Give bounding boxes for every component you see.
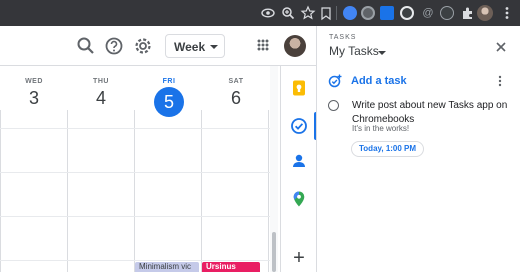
day-number[interactable]: 4 [71, 87, 131, 109]
eye-icon[interactable] [260, 5, 276, 21]
extension-1password-icon[interactable] [343, 6, 357, 20]
google-keep-icon[interactable] [290, 79, 308, 97]
extension-screencast-icon[interactable] [380, 6, 394, 20]
task-list-selector[interactable]: My Tasks [329, 44, 379, 58]
calendar-header: Week [0, 26, 316, 66]
task-notes: It's in the works! [352, 124, 410, 133]
profile-avatar[interactable] [477, 5, 493, 21]
hour-line [0, 172, 278, 173]
day-name: SAT [228, 78, 244, 85]
toolbar-divider [336, 6, 337, 20]
help-icon[interactable] [102, 34, 126, 58]
panel-caption: TASKS [329, 34, 357, 41]
extension-rec-icon[interactable] [400, 6, 414, 20]
extension-at-icon[interactable]: @ [420, 5, 436, 21]
day-number[interactable]: 3 [4, 87, 64, 109]
add-task-icon[interactable] [328, 74, 342, 88]
calendar-event[interactable]: Ursinus [202, 262, 260, 272]
week-grid[interactable] [0, 110, 278, 272]
hour-line [0, 128, 278, 129]
day-name: FRI [162, 78, 176, 85]
chrome-menu-icon[interactable] [499, 5, 515, 21]
add-app-button[interactable]: + [290, 248, 308, 268]
view-selector-label: Week [174, 40, 206, 54]
view-selector-button[interactable]: Week [165, 34, 225, 58]
tasks-panel: TASKS My Tasks Add a task Write post abo… [316, 26, 520, 272]
task-due-chip[interactable]: Today, 1:00 PM [351, 141, 425, 157]
day-header-wed[interactable]: WED 3 [4, 78, 64, 109]
browser-toolbar: @ [0, 0, 520, 26]
day-header-thu[interactable]: THU 4 [71, 78, 131, 109]
chevron-down-icon[interactable] [378, 51, 386, 55]
hour-line [0, 260, 278, 261]
extensions-puzzle-icon[interactable] [460, 5, 476, 21]
day-header-sat[interactable]: SAT 6 [206, 78, 266, 109]
extension-grammar-icon[interactable] [440, 6, 454, 20]
close-icon[interactable] [494, 40, 508, 54]
reading-list-icon[interactable] [318, 5, 334, 21]
day-name: WED [25, 78, 43, 85]
scrollbar-thumb[interactable] [272, 232, 276, 272]
day-divider [67, 110, 68, 272]
google-contacts-icon[interactable] [290, 152, 308, 170]
search-icon[interactable] [74, 34, 98, 58]
account-avatar[interactable] [284, 35, 306, 57]
google-tasks-icon[interactable] [290, 117, 308, 135]
zoom-icon[interactable] [280, 5, 296, 21]
day-divider [201, 110, 202, 272]
screen: @ Week WED 3 THU 4 FRI 5 SAT 6 Minimalis… [0, 0, 520, 272]
hour-line [0, 216, 278, 217]
more-options-icon[interactable] [497, 74, 503, 87]
google-maps-icon[interactable] [290, 190, 308, 208]
settings-gear-icon[interactable] [131, 34, 155, 58]
day-divider [0, 110, 1, 272]
calendar-event[interactable]: Minimalism vic [135, 262, 199, 272]
add-task-button[interactable]: Add a task [351, 75, 407, 87]
google-apps-icon[interactable] [257, 39, 269, 51]
extension-circle-icon[interactable] [361, 6, 375, 20]
day-name: THU [93, 78, 109, 85]
day-divider [134, 110, 135, 272]
day-number[interactable]: 6 [206, 87, 266, 109]
bookmark-star-icon[interactable] [300, 5, 316, 21]
day-divider [268, 110, 269, 272]
task-complete-checkbox[interactable] [328, 100, 339, 111]
task-title[interactable]: Write post about new Tasks app on Chrome… [352, 99, 512, 127]
chevron-down-icon [210, 45, 218, 49]
